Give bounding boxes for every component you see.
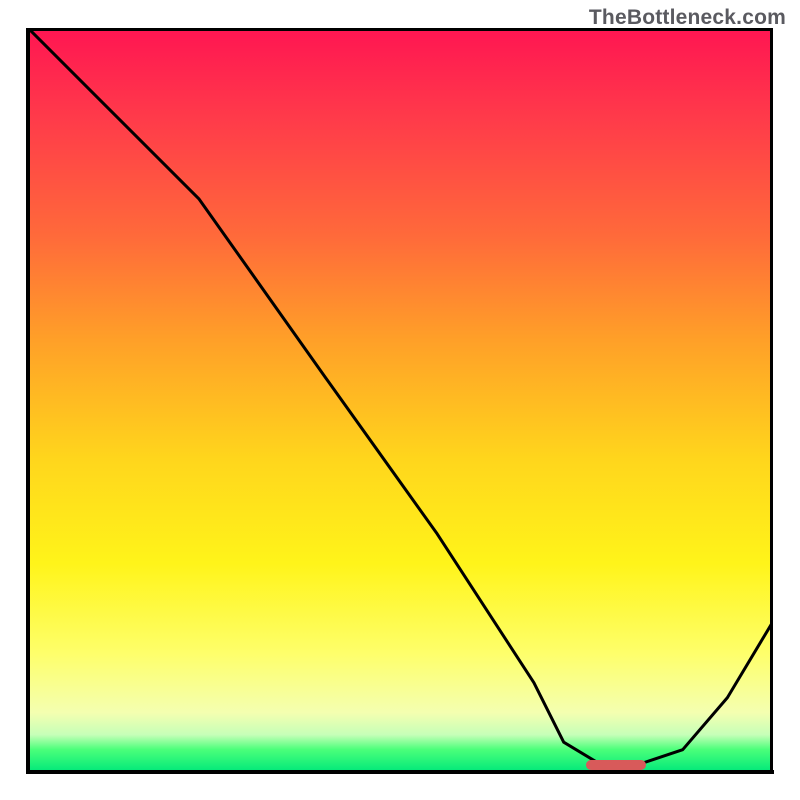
optimal-marker [586, 760, 646, 770]
curve-layer [28, 28, 772, 772]
axis-right [770, 28, 773, 774]
bottleneck-chart: TheBottleneck.com [0, 0, 800, 800]
bottleneck-curve [28, 28, 772, 765]
watermark-text: TheBottleneck.com [589, 6, 786, 30]
axis-bottom [26, 770, 774, 774]
axis-left [26, 28, 30, 774]
plot-area [28, 28, 772, 772]
